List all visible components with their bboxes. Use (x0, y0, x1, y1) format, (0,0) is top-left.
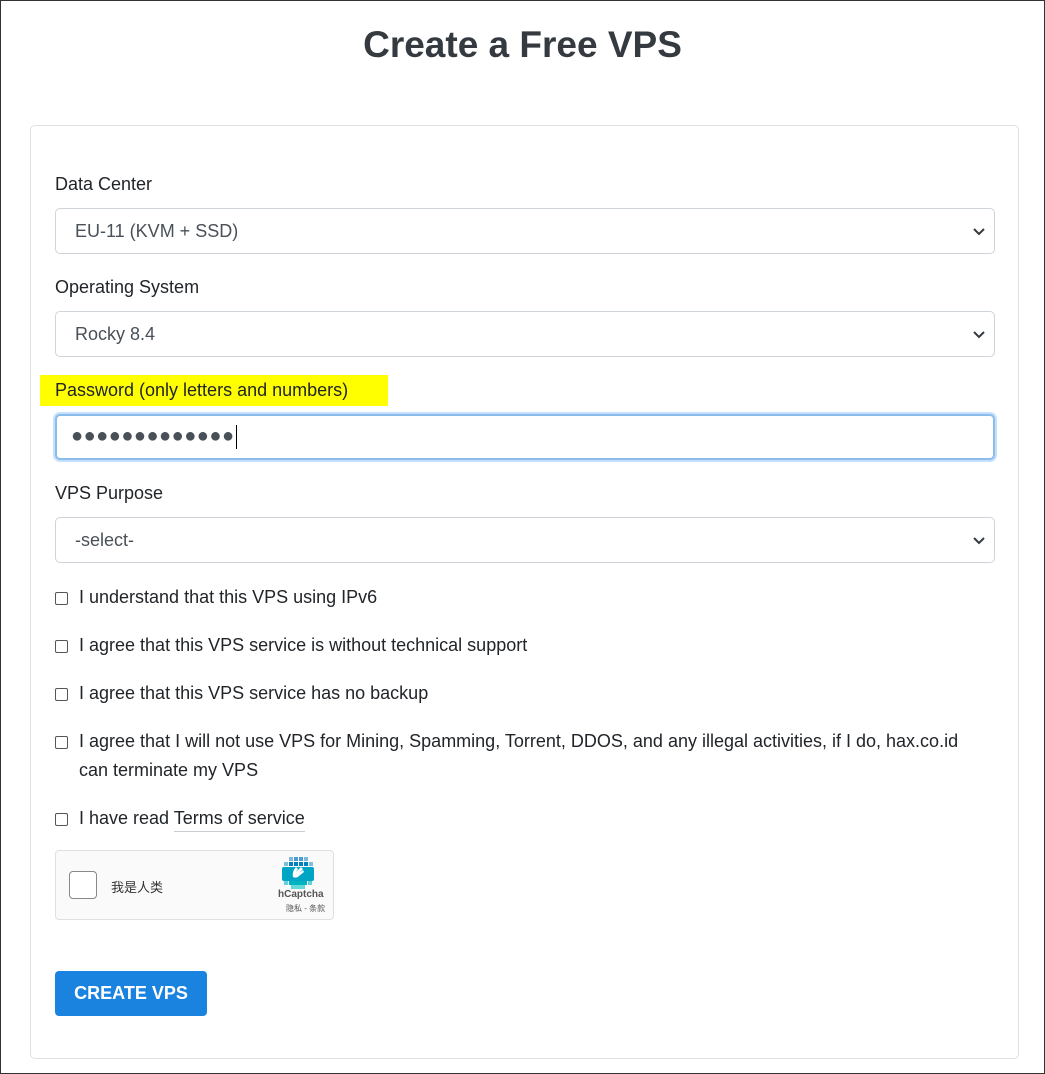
agreement-no-backup-checkbox[interactable] (55, 688, 68, 701)
hcaptcha-checkbox[interactable] (69, 871, 97, 899)
vps-purpose-value: -select- (75, 530, 135, 550)
password-label: Password (only letters and numbers) (55, 380, 349, 400)
chevron-down-icon (973, 331, 985, 339)
terms-text: I have read Terms of service (79, 804, 969, 833)
vps-purpose-label: VPS Purpose (55, 483, 164, 503)
hcaptcha-logo-icon (282, 857, 314, 889)
create-vps-button[interactable]: CREATE VPS (55, 971, 207, 1016)
chevron-down-icon (973, 228, 985, 236)
operating-system-label: Operating System (55, 277, 200, 297)
chevron-down-icon (973, 537, 985, 545)
vps-purpose-select[interactable]: -select- (55, 517, 995, 563)
text-caret (235, 424, 237, 449)
hcaptcha-label: 我是人类 (111, 880, 164, 895)
agreement-no-support-text: I agree that this VPS service is without… (79, 635, 528, 655)
data-center-select[interactable]: EU-11 (KVM + SSD) (55, 208, 995, 254)
page-title: Create a Free VPS (363, 24, 682, 65)
terms-checkbox[interactable] (55, 813, 68, 826)
agreement-acceptable-use-text: I agree that I will not use VPS for Mini… (79, 731, 959, 780)
terms-of-service-link[interactable]: Terms of service (173, 808, 305, 832)
agreement-ipv6-text: I understand that this VPS using IPv6 (79, 587, 378, 607)
operating-system-select[interactable]: Rocky 8.4 (55, 311, 995, 357)
agreement-no-backup-text: I agree that this VPS service has no bac… (79, 683, 429, 703)
create-vps-form: Data Center EU-11 (KVM + SSD) Operating … (30, 125, 1019, 1059)
data-center-value: EU-11 (KVM + SSD) (75, 221, 239, 241)
agreement-acceptable-use-checkbox[interactable] (55, 736, 68, 749)
agreement-ipv6-checkbox[interactable] (55, 592, 68, 605)
hcaptcha-widget: 我是人类 hCaptcha 隐私 - 条款 (55, 850, 334, 920)
operating-system-value: Rocky 8.4 (75, 324, 156, 344)
password-masked-value: ●●●●●●●●●●●●● (71, 425, 235, 447)
terms-prefix: I have read (79, 808, 170, 828)
hcaptcha-brand: hCaptcha (278, 889, 324, 900)
agreement-no-support-checkbox[interactable] (55, 640, 68, 653)
data-center-label: Data Center (55, 174, 153, 194)
password-input[interactable]: ●●●●●●●●●●●●● (55, 414, 995, 460)
hcaptcha-privacy-terms-links[interactable]: 隐私 - 条款 (286, 903, 325, 914)
